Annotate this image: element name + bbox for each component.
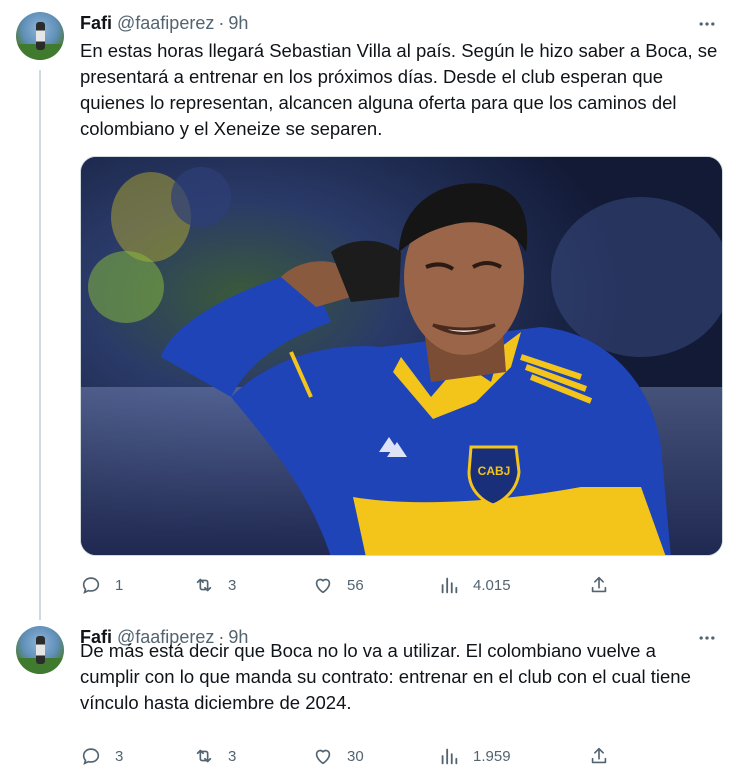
views-count: 4.015 [473,576,511,594]
tweet-actions: 3 3 30 1.959 [80,744,620,768]
views-count: 1.959 [473,747,511,765]
more-icon[interactable] [695,12,719,36]
views-button[interactable]: 1.959 [438,744,511,768]
analytics-icon [441,577,458,594]
reply-icon [82,577,100,594]
tweet-header: Fafi @faafiperez · 9h [80,12,248,34]
reply-button[interactable]: 3 [80,744,123,768]
retweet-button[interactable]: 3 [193,744,236,768]
player-photo: CABJ [81,157,722,555]
reply-count: 1 [115,576,124,594]
retweet-icon [196,749,212,763]
share-icon [591,576,607,593]
tweet-text: En estas horas llegará Sebastian Villa a… [80,40,718,139]
heart-icon [315,578,331,594]
reply-button[interactable]: 1 [80,573,123,597]
like-count: 56 [347,576,364,594]
tweet[interactable]: Fafi @faafiperez · 9h En estas horas lle… [0,0,733,620]
like-button[interactable]: 30 [312,744,364,768]
tweet-text: De más está decir que Boca no lo va a ut… [80,640,691,713]
avatar-figure [36,22,45,50]
retweet-icon [196,578,212,592]
reply-icon [82,748,100,765]
tweet-image[interactable]: CABJ [80,156,723,556]
heart-icon [315,749,331,765]
like-count: 30 [347,747,364,765]
author-name[interactable]: Fafi [80,13,112,34]
analytics-icon [441,748,458,765]
separator-dot: · [218,12,225,33]
share-button[interactable] [588,573,610,597]
timestamp[interactable]: 9h [228,13,248,34]
avatar[interactable] [16,12,64,60]
author-handle[interactable]: @faafiperez [117,13,214,34]
retweet-count: 3 [228,576,237,594]
share-icon [591,747,607,764]
like-button[interactable]: 56 [312,573,364,597]
avatar-figure [36,636,45,664]
tweet[interactable]: Fafi @faafiperez · 9h De más está decir … [0,612,733,777]
views-button[interactable]: 4.015 [438,573,511,597]
thread-line [39,70,41,620]
share-button[interactable] [588,744,610,768]
retweet-count: 3 [228,747,237,765]
tweet-actions: 1 3 56 4.015 [80,573,620,597]
retweet-button[interactable]: 3 [193,573,236,597]
avatar[interactable] [16,626,64,674]
crest-text: CABJ [478,464,511,478]
reply-count: 3 [115,747,124,765]
